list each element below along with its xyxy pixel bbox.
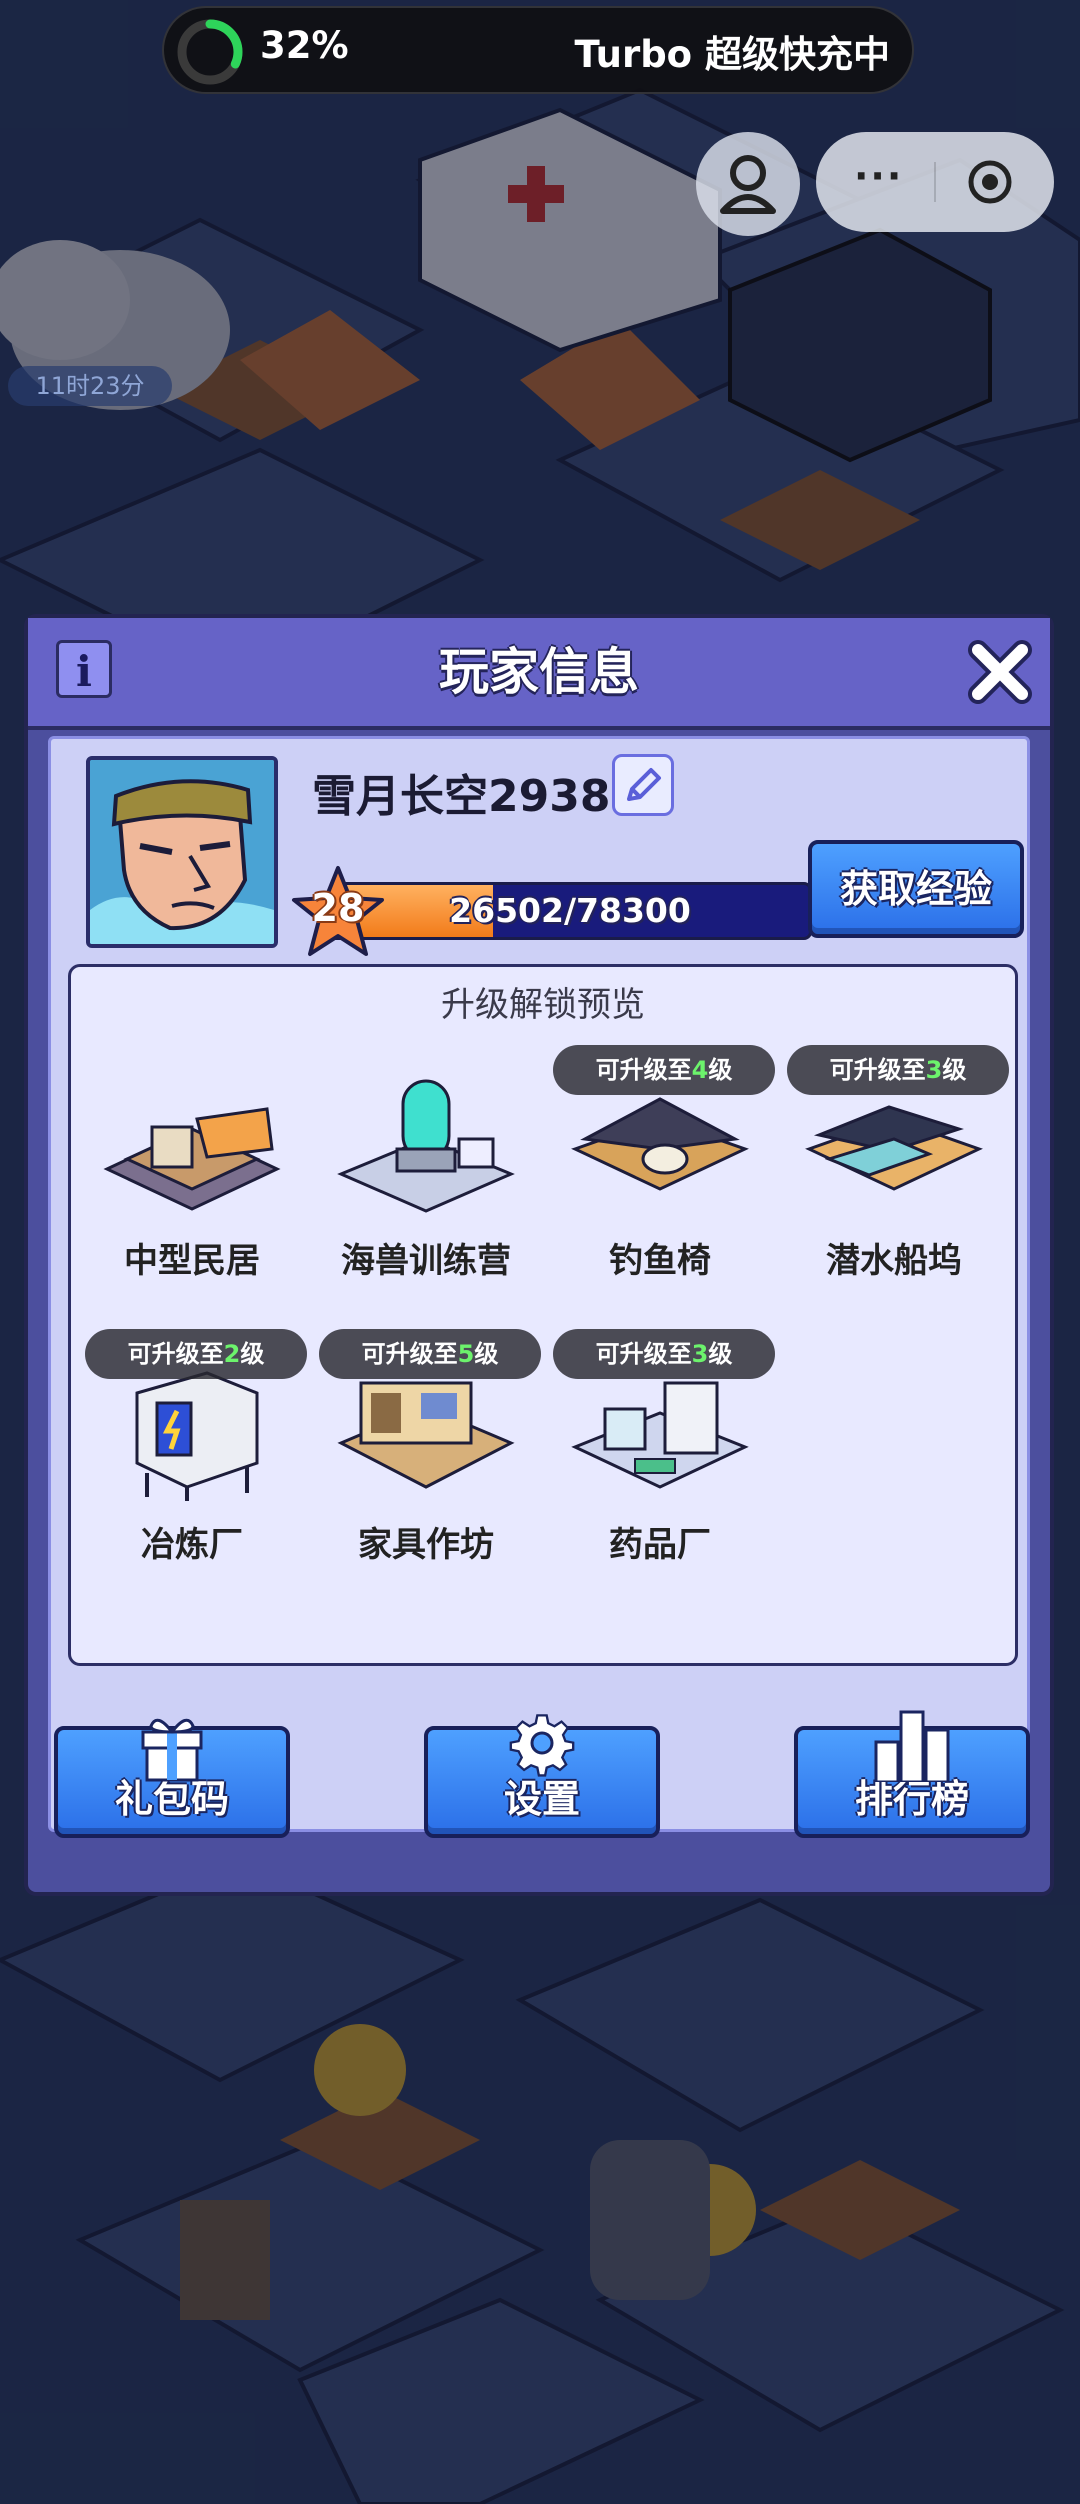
- more-menu-button[interactable]: ···: [854, 154, 903, 198]
- building-name: 中型民居: [124, 1241, 260, 1281]
- upgrade-badge: 可升级至5级: [319, 1329, 541, 1379]
- get-experience-button[interactable]: 获取经验: [808, 840, 1024, 938]
- building-name: 海兽训练营: [341, 1241, 511, 1281]
- building-name: 钓鱼椅: [609, 1241, 711, 1281]
- gift-code-button[interactable]: 礼包码: [54, 1718, 290, 1838]
- experience-text: 26502/78300: [449, 891, 691, 930]
- edit-name-button[interactable]: [612, 754, 674, 816]
- furniture-workshop-icon: [337, 1381, 515, 1489]
- capsule-divider: [934, 162, 936, 202]
- upgrade-badge: 可升级至3级: [553, 1329, 775, 1379]
- player-name: 雪月长空2938: [312, 771, 611, 822]
- unlock-preview-title: 升级解锁预览: [441, 985, 645, 1025]
- medium-house-icon: [103, 1107, 281, 1211]
- building-tile-diving-dock[interactable]: 可升级至3级 潜水船坞: [787, 1035, 1009, 1295]
- building-tile-smelter[interactable]: 可升级至2级 冶炼厂: [85, 1319, 307, 1579]
- leaderboard-label: 排行榜: [854, 1777, 969, 1821]
- player-level: 28: [311, 886, 365, 930]
- building-tile-fishing-chair[interactable]: 可升级至4级 钓鱼椅: [553, 1035, 775, 1295]
- sea-beast-camp-icon: [337, 1079, 515, 1213]
- player-portrait-image: [90, 760, 274, 944]
- gift-icon: [141, 1718, 203, 1782]
- close-target-icon[interactable]: [966, 158, 1014, 206]
- building-tile-furniture-workshop[interactable]: 可升级至5级 家具作坊: [319, 1319, 541, 1579]
- profile-button[interactable]: [696, 132, 800, 236]
- diving-dock-icon: [805, 1105, 983, 1191]
- unlock-preview-panel: 升级解锁预览 中型民居 海兽训练营 可升级至4级 钓鱼椅 可升级至3级 潜水船坞…: [68, 964, 1018, 1666]
- building-name: 潜水船坞: [826, 1241, 962, 1281]
- player-info-dialog: i 玩家信息 雪月长空2938 26502/78300 28 获取经验 升级解锁…: [24, 614, 1054, 1896]
- miniprogram-capsule: ···: [816, 132, 1054, 232]
- leaderboard-icon: [874, 1710, 950, 1782]
- experience-bar: 26502/78300: [328, 882, 812, 940]
- settings-button[interactable]: 设置: [424, 1714, 660, 1838]
- pencil-icon: [627, 768, 661, 801]
- construction-timer: 11时23分: [8, 366, 172, 406]
- settings-label: 设置: [503, 1777, 580, 1821]
- player-avatar[interactable]: [86, 756, 278, 948]
- building-name: 家具作坊: [358, 1525, 494, 1565]
- smelter-icon: [135, 1371, 259, 1501]
- upgrade-badge: 可升级至2级: [85, 1329, 307, 1379]
- turbo-charge-label: Turbo 超级快充中: [574, 33, 890, 76]
- fishing-chair-icon: [571, 1097, 749, 1191]
- close-icon[interactable]: [964, 636, 1036, 708]
- building-tile-sea-beast-camp[interactable]: 海兽训练营: [321, 1035, 531, 1295]
- pharmacy-icon: [571, 1381, 749, 1489]
- profile-icon: [720, 155, 776, 214]
- gear-icon: [509, 1714, 575, 1777]
- building-tile-medium-house[interactable]: 中型民居: [87, 1035, 297, 1295]
- building-name: 冶炼厂: [141, 1525, 243, 1565]
- upgrade-badge: 可升级至3级: [787, 1045, 1009, 1095]
- leaderboard-button[interactable]: 排行榜: [794, 1710, 1030, 1838]
- dialog-title: 玩家信息: [439, 643, 639, 701]
- progress-percent: 32%: [260, 24, 349, 67]
- building-tile-pharmacy[interactable]: 可升级至3级 药品厂: [553, 1319, 775, 1579]
- gift-code-label: 礼包码: [114, 1777, 229, 1821]
- upgrade-badge: 可升级至4级: [553, 1045, 775, 1095]
- charging-status-pill: 32% Turbo 超级快充中: [162, 6, 914, 94]
- progress-ring-icon: [177, 19, 243, 85]
- building-name: 药品厂: [609, 1525, 711, 1565]
- dialog-header: i 玩家信息: [28, 618, 1050, 730]
